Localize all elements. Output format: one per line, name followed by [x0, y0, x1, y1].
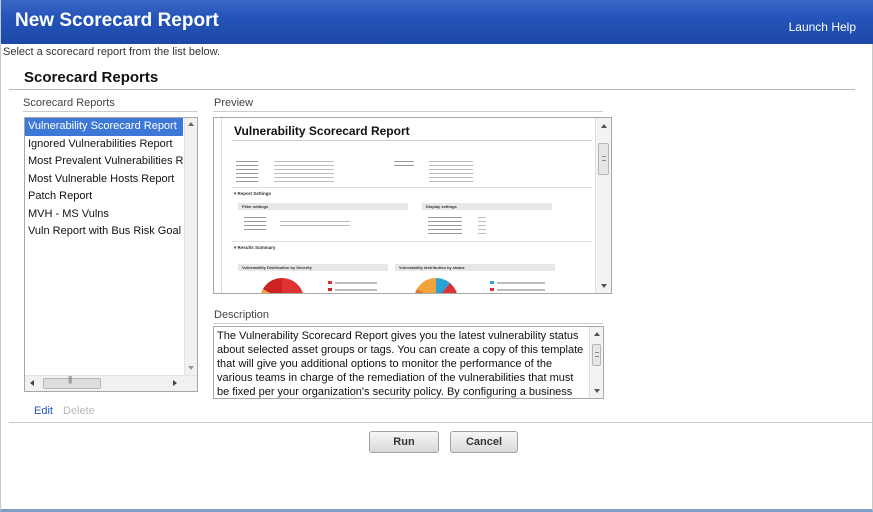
- section-divider: [9, 89, 855, 90]
- preview-severity-label: Vulnerability Distribution by Severity: [242, 265, 312, 270]
- cancel-button[interactable]: Cancel: [450, 431, 518, 453]
- footer-divider: [9, 422, 873, 423]
- report-list-items: Vulnerability Scorecard Report Ignored Vu…: [25, 118, 197, 241]
- scroll-down-arrow-icon[interactable]: [594, 389, 600, 393]
- scroll-up-arrow-icon[interactable]: [594, 332, 600, 336]
- preview-status-label: Vulnerability distribution by status: [399, 265, 465, 270]
- report-list-header: Scorecard Reports: [23, 97, 115, 109]
- preview-rule-1: [232, 187, 592, 188]
- preview-doc-title: Vulnerability Scorecard Report: [234, 124, 410, 138]
- dialog-title: New Scorecard Report: [15, 10, 219, 31]
- report-list-horizontal-scrollbar[interactable]: |||: [25, 375, 197, 391]
- preview-header: Preview: [214, 97, 254, 109]
- preview-display-settings-label: Display settings: [426, 204, 457, 209]
- preview-header-divider: [213, 111, 603, 112]
- preview-legend-line: [497, 282, 545, 284]
- launch-help-link[interactable]: Launch Help: [789, 20, 856, 34]
- preview-report-settings-heading: ▾ Report Settings: [234, 191, 272, 196]
- preview-legend-line: [335, 282, 377, 284]
- preview-doc-title-rule: [232, 140, 592, 141]
- grip-icon: |||: [68, 375, 72, 384]
- preview-field-values: [274, 158, 334, 182]
- preview-vertical-scrollbar[interactable]: [595, 118, 611, 293]
- legend-swatch-icon: [490, 281, 494, 284]
- scroll-left-arrow-icon[interactable]: [30, 380, 34, 386]
- preview-display-values: [478, 214, 486, 236]
- preview-scroll-thumb[interactable]: [598, 143, 609, 175]
- scroll-down-arrow-icon[interactable]: [188, 366, 194, 370]
- report-list-header-divider: [23, 111, 198, 112]
- description-vertical-scrollbar[interactable]: [589, 327, 603, 398]
- preview-rule-2: [232, 241, 592, 242]
- instructions-text: Select a scorecard report from the list …: [3, 46, 221, 58]
- legend-swatch-icon: [490, 288, 494, 291]
- title-bar: New Scorecard Report Launch Help: [1, 0, 873, 44]
- report-list-item[interactable]: Ignored Vulnerabilities Report: [25, 136, 197, 154]
- preview-legend-line: [497, 289, 545, 291]
- preview-results-summary-heading: ▾ Results Summary: [234, 245, 276, 250]
- description-textarea[interactable]: The Vulnerability Scorecard Report gives…: [213, 326, 604, 399]
- preview-display-labels: [428, 214, 462, 236]
- description-header-divider: [213, 323, 603, 324]
- preview-filter-settings-label: Filter settings: [242, 204, 269, 209]
- delete-link: Delete: [63, 405, 95, 417]
- dialog-window: New Scorecard Report Launch Help Select …: [0, 0, 873, 512]
- description-scroll-thumb[interactable]: [592, 344, 601, 366]
- report-list-item[interactable]: Most Prevalent Vulnerabilities Report: [25, 153, 197, 171]
- edit-link[interactable]: Edit: [34, 405, 53, 417]
- report-listbox[interactable]: Vulnerability Scorecard Report Ignored Vu…: [24, 117, 198, 392]
- report-list-vertical-scrollbar[interactable]: [184, 118, 197, 376]
- report-list-item[interactable]: Most Vulnerable Hosts Report: [25, 171, 197, 189]
- scroll-up-arrow-icon[interactable]: [601, 124, 607, 128]
- preview-pane[interactable]: Vulnerability Scorecard Report ▾ Report …: [213, 117, 612, 294]
- run-button[interactable]: Run: [369, 431, 439, 453]
- description-header: Description: [214, 309, 270, 321]
- report-list-item[interactable]: MVH - MS Vulns: [25, 206, 197, 224]
- horizontal-scroll-thumb[interactable]: |||: [43, 375, 101, 389]
- preview-company-labels: [394, 158, 414, 166]
- preview-status-pie-chart: [414, 278, 458, 293]
- report-list-item[interactable]: Patch Report: [25, 188, 197, 206]
- scroll-right-arrow-icon[interactable]: [173, 380, 177, 386]
- preview-document-thumbnail: Vulnerability Scorecard Report ▾ Report …: [221, 118, 600, 293]
- grip-icon: [602, 156, 606, 161]
- preview-legend-line: [335, 289, 377, 291]
- report-list-item[interactable]: Vulnerability Scorecard Report: [25, 118, 183, 136]
- legend-swatch-icon: [328, 288, 332, 291]
- preview-severity-pie-chart: [260, 278, 304, 293]
- scroll-down-arrow-icon[interactable]: [601, 284, 607, 288]
- preview-filter-values: [280, 218, 350, 228]
- preview-filter-labels: [244, 214, 266, 232]
- scroll-up-arrow-icon[interactable]: [188, 122, 194, 126]
- grip-icon: [595, 352, 599, 357]
- description-text: The Vulnerability Scorecard Report gives…: [217, 330, 584, 398]
- preview-field-labels: [236, 158, 258, 182]
- section-title: Scorecard Reports: [24, 69, 159, 86]
- preview-company-values: [429, 158, 473, 182]
- legend-swatch-icon: [328, 281, 332, 284]
- report-list-item[interactable]: Vuln Report with Bus Risk Goal: [25, 223, 197, 241]
